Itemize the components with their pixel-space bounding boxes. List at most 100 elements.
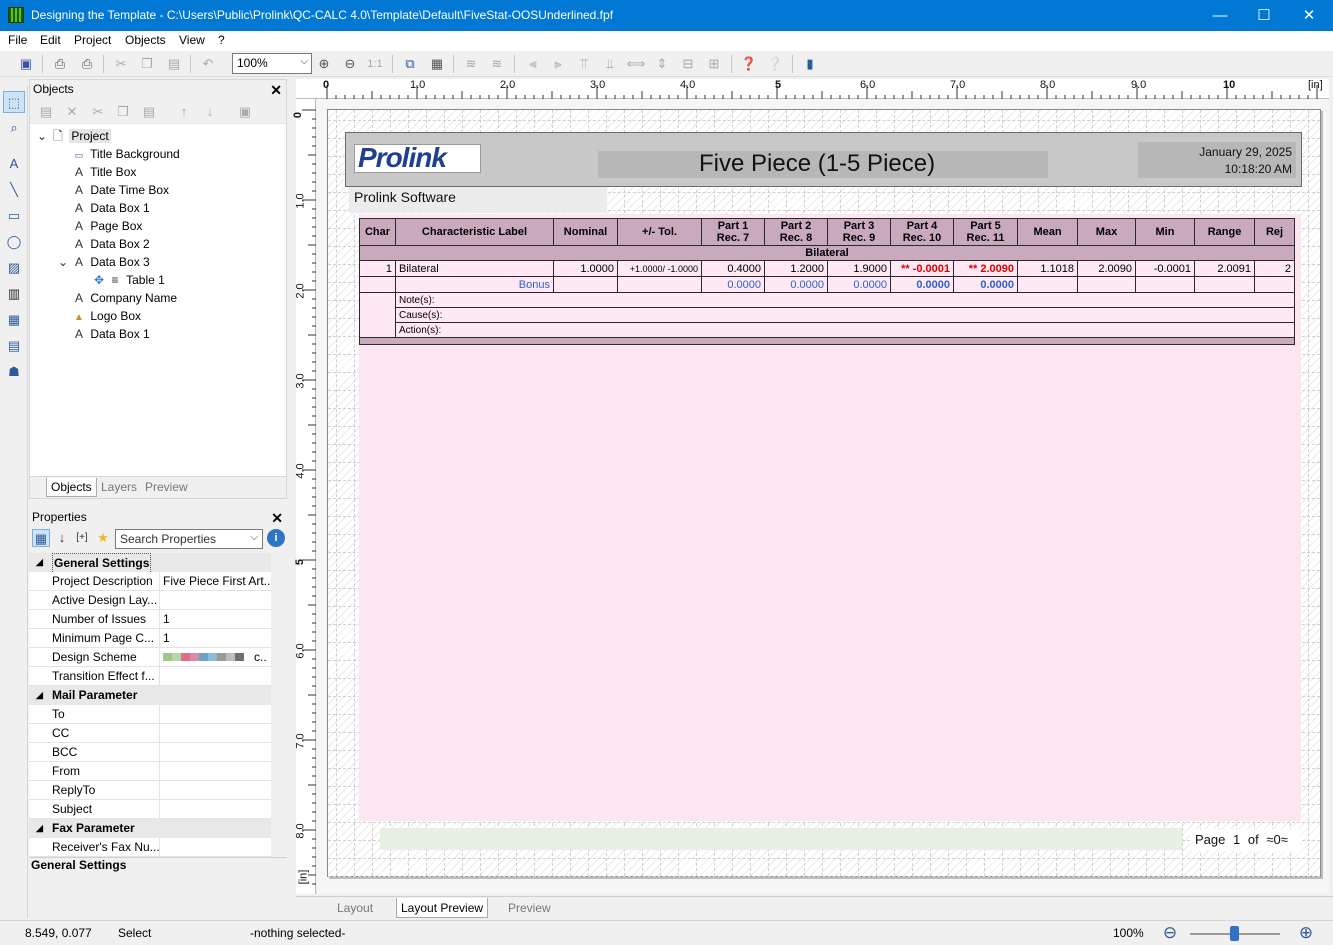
property-value[interactable]: 1 bbox=[159, 610, 271, 629]
align-top-icon[interactable]: ⫪ bbox=[574, 54, 594, 74]
menu-project[interactable]: Project bbox=[74, 33, 111, 47]
zoom-in-icon[interactable]: ⊕ bbox=[314, 54, 334, 74]
property-row[interactable]: BCC bbox=[29, 743, 271, 762]
property-row[interactable]: Receiver's Fax Nu... bbox=[29, 838, 271, 857]
tab-objects[interactable]: Objects bbox=[46, 478, 97, 497]
paste-icon[interactable]: ▤ bbox=[140, 103, 158, 121]
property-row[interactable]: Number of Issues 1 bbox=[29, 610, 271, 629]
same-width-icon[interactable]: ⊟ bbox=[678, 54, 698, 74]
table-tool-icon[interactable]: ▦ bbox=[3, 309, 25, 331]
property-value[interactable] bbox=[159, 781, 271, 800]
copy-icon[interactable]: ❐ bbox=[137, 54, 157, 74]
tree-item[interactable]: ▲ Logo Box bbox=[71, 307, 141, 325]
sort-alpha-icon[interactable]: ↓ bbox=[53, 529, 71, 547]
barcode-tool-icon[interactable]: ▥ bbox=[3, 283, 25, 305]
date-time-box[interactable]: January 29, 2025 10:18:20 AM bbox=[1138, 144, 1292, 178]
properties-list-icon[interactable]: ▦ bbox=[427, 54, 447, 74]
menu-edit[interactable]: Edit bbox=[40, 33, 61, 47]
close-button[interactable]: ✕ bbox=[1286, 0, 1332, 31]
actual-size-button[interactable]: 1:1 bbox=[365, 54, 385, 74]
print-icon[interactable]: ⎙ bbox=[77, 54, 97, 74]
image-tool-icon[interactable]: ▨ bbox=[3, 257, 25, 279]
copy-icon[interactable]: ❐ bbox=[114, 103, 132, 121]
tab-layers[interactable]: Layers bbox=[97, 478, 141, 497]
property-row[interactable]: From bbox=[29, 762, 271, 781]
chevron-down-icon[interactable]: ⌄ bbox=[34, 127, 50, 145]
context-help-icon[interactable]: ❔ bbox=[765, 54, 785, 74]
page-number[interactable]: Page 1 of ≈0≈ bbox=[1195, 832, 1288, 847]
tree-item[interactable]: A Date Time Box bbox=[71, 181, 169, 199]
property-value[interactable] bbox=[159, 591, 271, 610]
tree-item-project[interactable]: ⌄ 🗋 Project bbox=[34, 127, 111, 145]
tab-layout[interactable]: Layout bbox=[333, 898, 377, 918]
property-value[interactable] bbox=[159, 762, 271, 781]
zoom-out-icon[interactable]: ⊖ bbox=[1160, 923, 1180, 943]
center-horizontal-icon[interactable]: ⟺ bbox=[626, 54, 646, 74]
chart-tool-icon[interactable]: ☗ bbox=[3, 361, 25, 383]
menu-file[interactable]: File bbox=[8, 33, 27, 47]
help-icon[interactable]: ❓ bbox=[739, 54, 759, 74]
tree-item[interactable]: ✥ ≡ Table 1 bbox=[91, 271, 165, 289]
print-preview-icon[interactable]: ⎙ bbox=[50, 54, 70, 74]
company-name[interactable]: Prolink Software bbox=[354, 189, 456, 205]
property-row[interactable]: ReplyTo bbox=[29, 781, 271, 800]
menu-help[interactable]: ? bbox=[218, 33, 225, 47]
favorite-star-icon[interactable]: ★ bbox=[94, 529, 112, 547]
align-right-icon[interactable]: ⫸ bbox=[548, 54, 568, 74]
align-left-icon[interactable]: ⫷ bbox=[523, 54, 543, 74]
text-tool-icon[interactable]: A bbox=[3, 153, 25, 175]
menu-objects[interactable]: Objects bbox=[125, 33, 166, 47]
search-properties-input[interactable]: Search Properties ⌵ bbox=[115, 529, 263, 549]
menu-view[interactable]: View bbox=[179, 33, 205, 47]
form-text-tool-icon[interactable]: ▤ bbox=[3, 335, 25, 357]
close-icon[interactable]: ✕ bbox=[270, 81, 282, 100]
align-bottom-icon[interactable]: ⫫ bbox=[600, 54, 620, 74]
magnifier-tool-icon[interactable]: ⌕ bbox=[3, 117, 25, 139]
move-up-icon[interactable]: ↑ bbox=[175, 103, 193, 121]
footer-data-box[interactable] bbox=[380, 828, 1182, 850]
undo-icon[interactable]: ↶ bbox=[198, 54, 218, 74]
tree-item[interactable]: ▭ Title Background bbox=[71, 145, 180, 163]
properties-icon[interactable]: ▤ bbox=[37, 103, 55, 121]
bring-forward-icon[interactable]: ≋ bbox=[461, 54, 481, 74]
property-row[interactable]: Subject bbox=[29, 800, 271, 819]
property-row[interactable]: Project Description Five Piece First Art.… bbox=[29, 572, 271, 591]
tree-item[interactable]: A Data Box 1 bbox=[71, 199, 150, 217]
maximize-button[interactable]: ☐ bbox=[1241, 0, 1287, 31]
property-value[interactable] bbox=[159, 743, 271, 762]
zoom-out-icon[interactable]: ⊖ bbox=[340, 54, 360, 74]
object-list-icon[interactable]: ⧉ bbox=[400, 54, 420, 74]
tree-item[interactable]: A Title Box bbox=[71, 163, 136, 181]
zoom-in-icon[interactable]: ⊕ bbox=[1296, 923, 1316, 943]
property-value[interactable]: 1 bbox=[159, 629, 271, 648]
tree-item[interactable]: ⌄ A Data Box 3 bbox=[55, 253, 150, 271]
property-value[interactable]: Five Piece First Art... bbox=[159, 572, 271, 591]
tree-item[interactable]: A Data Box 1 bbox=[71, 325, 150, 343]
paste-icon[interactable]: ▤ bbox=[164, 54, 184, 74]
tree-item[interactable]: A Page Box bbox=[71, 217, 142, 235]
property-value[interactable] bbox=[159, 724, 271, 743]
property-category[interactable]: ◢ Mail Parameter bbox=[29, 686, 271, 705]
center-vertical-icon[interactable]: ⇕ bbox=[652, 54, 672, 74]
zoom-select[interactable]: 100% ⌵ bbox=[232, 53, 312, 74]
expand-all-icon[interactable]: [+] bbox=[73, 529, 91, 547]
tab-preview[interactable]: Preview bbox=[504, 898, 555, 918]
tab-preview[interactable]: Preview bbox=[141, 478, 192, 497]
property-row[interactable]: Transition Effect f... bbox=[29, 667, 271, 686]
property-row[interactable]: To bbox=[29, 705, 271, 724]
property-row[interactable]: Design Scheme c.. bbox=[29, 648, 271, 667]
property-value[interactable] bbox=[159, 838, 271, 857]
line-tool-icon[interactable]: ╲ bbox=[3, 179, 25, 201]
property-value[interactable] bbox=[159, 705, 271, 724]
categorized-icon[interactable]: ▦ bbox=[32, 529, 50, 547]
tree-item[interactable]: A Company Name bbox=[71, 289, 177, 307]
data-table[interactable]: Char Characteristic Label Nominal +/- To… bbox=[359, 218, 1295, 345]
cut-icon[interactable]: ✂ bbox=[111, 54, 131, 74]
group-icon[interactable]: ▣ bbox=[236, 103, 254, 121]
property-row[interactable]: Minimum Page C... 1 bbox=[29, 629, 271, 648]
minimize-button[interactable]: — bbox=[1197, 0, 1243, 31]
property-category[interactable]: ◢ Fax Parameter bbox=[29, 819, 271, 838]
property-row[interactable]: CC bbox=[29, 724, 271, 743]
exit-icon[interactable]: ▮ bbox=[800, 54, 820, 74]
property-value[interactable] bbox=[159, 800, 271, 819]
